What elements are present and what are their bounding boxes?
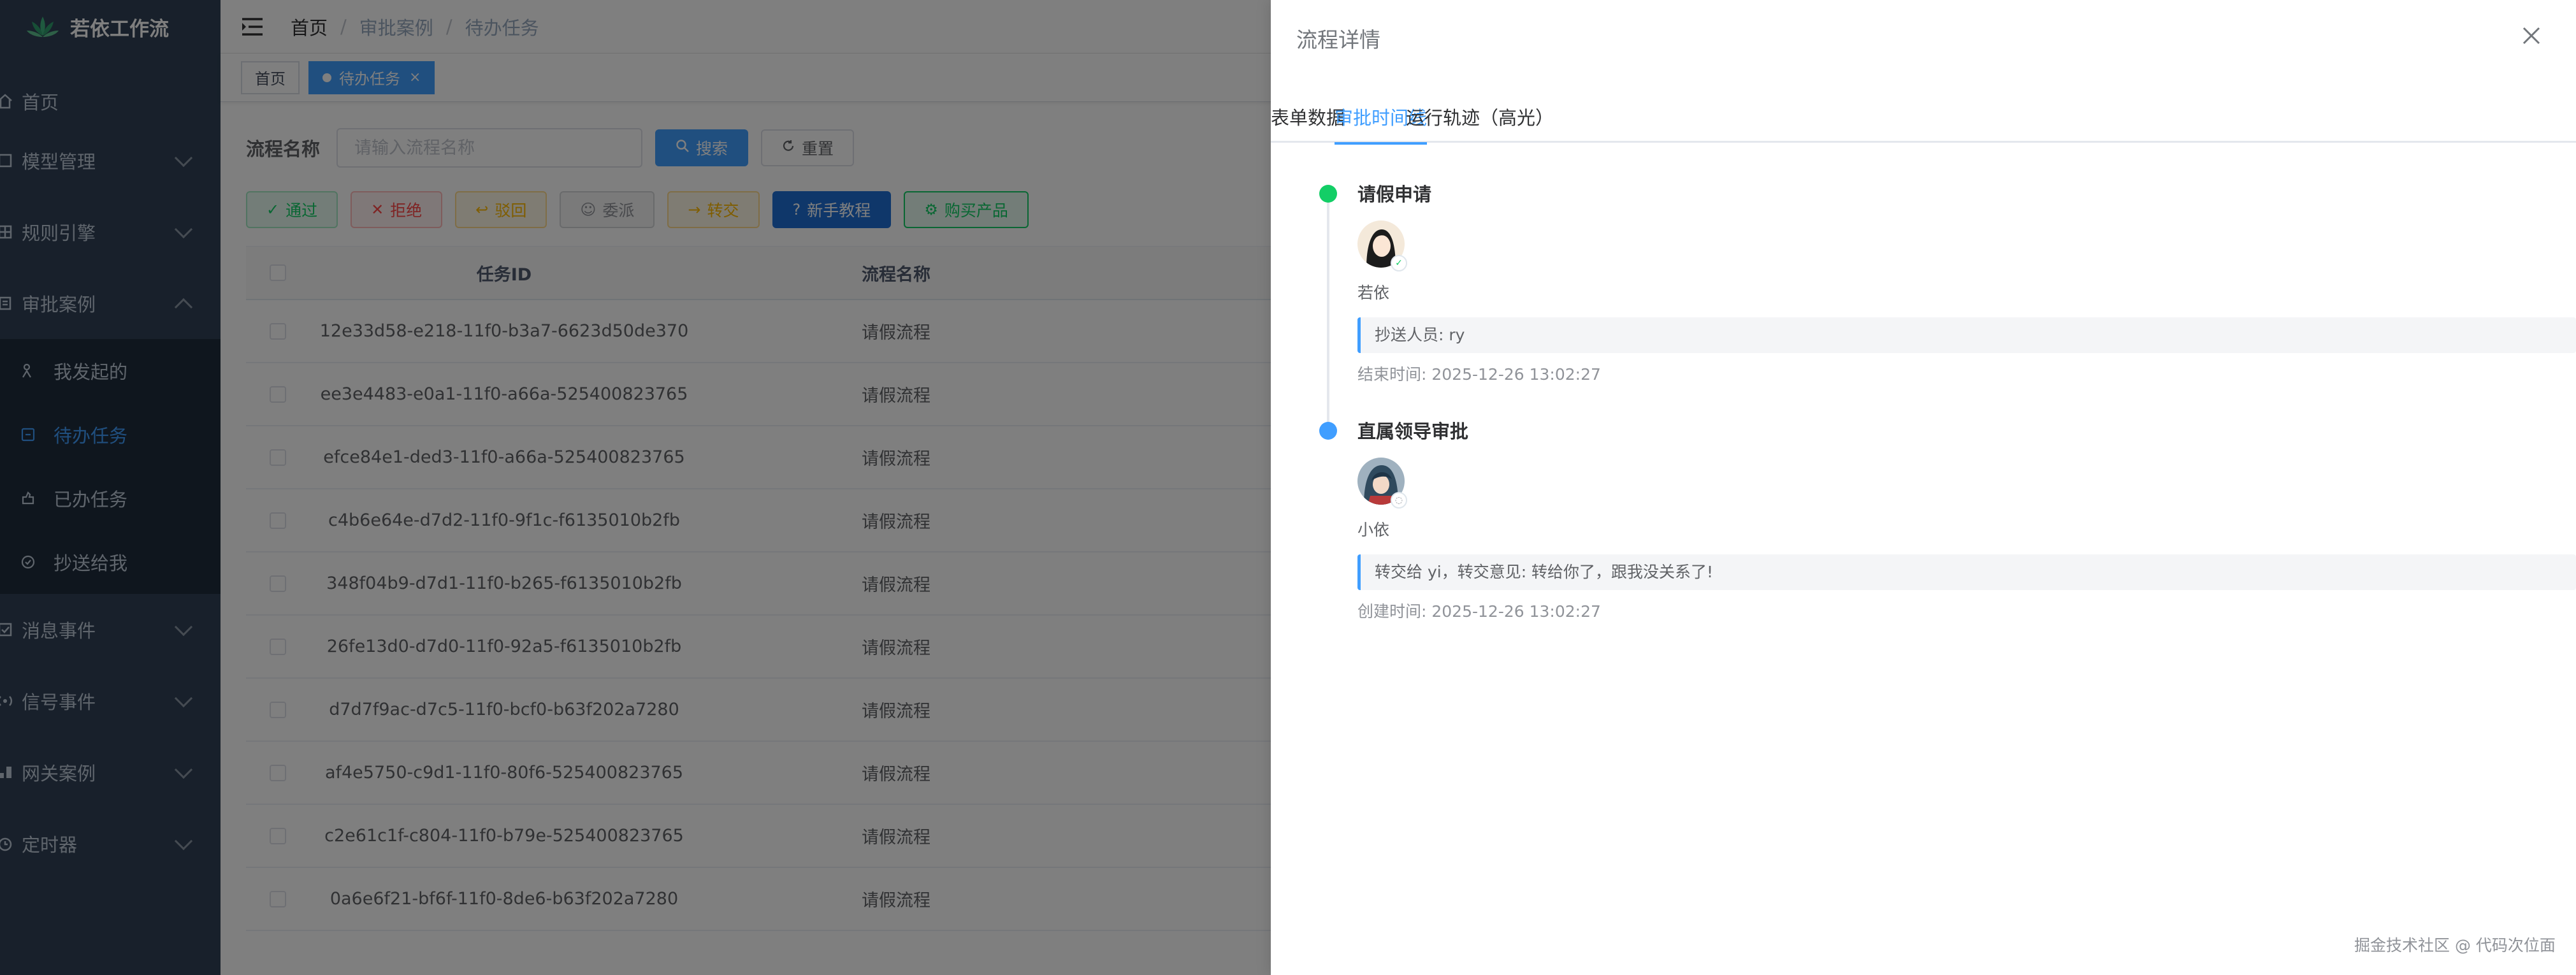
- tab-run-trace[interactable]: 运行轨迹（高光）: [1406, 102, 1554, 143]
- timeline-user: 若依: [1357, 284, 1390, 302]
- timeline-line: [1327, 198, 1329, 433]
- drawer-tabs: 表单数据 审批时间线 运行轨迹（高光）: [1271, 102, 2576, 145]
- timeline-comment: 转交给 yi，转交意见: 转给你了，跟我没关系了!: [1357, 554, 2576, 590]
- timeline-time: 结束时间: 2025-12-26 13:02:27: [1357, 365, 1601, 384]
- timeline-node-title: 请假申请: [1357, 184, 1432, 205]
- tab-form-data[interactable]: 表单数据: [1271, 102, 1345, 143]
- timeline-comment: 抄送人员: ry: [1357, 317, 2576, 353]
- watermark: 掘金技术社区 @ 代码次位面: [2354, 936, 2556, 955]
- drawer-title: 流程详情: [1296, 27, 1380, 52]
- timeline-node-title: 直属领导审批: [1357, 421, 1469, 442]
- timeline-user: 小依: [1357, 521, 1390, 539]
- timeline-dot: [1319, 185, 1337, 203]
- timeline-dot: [1319, 422, 1337, 440]
- pending-icon: ◌: [1391, 492, 1407, 509]
- close-icon[interactable]: [2519, 23, 2544, 48]
- process-detail-drawer: 流程详情 表单数据 审批时间线 运行轨迹（高光） 请假申请 ✓ 若依 抄送人员:…: [1271, 0, 2576, 975]
- check-icon: ✓: [1391, 255, 1407, 271]
- timeline-time: 创建时间: 2025-12-26 13:02:27: [1357, 602, 1601, 621]
